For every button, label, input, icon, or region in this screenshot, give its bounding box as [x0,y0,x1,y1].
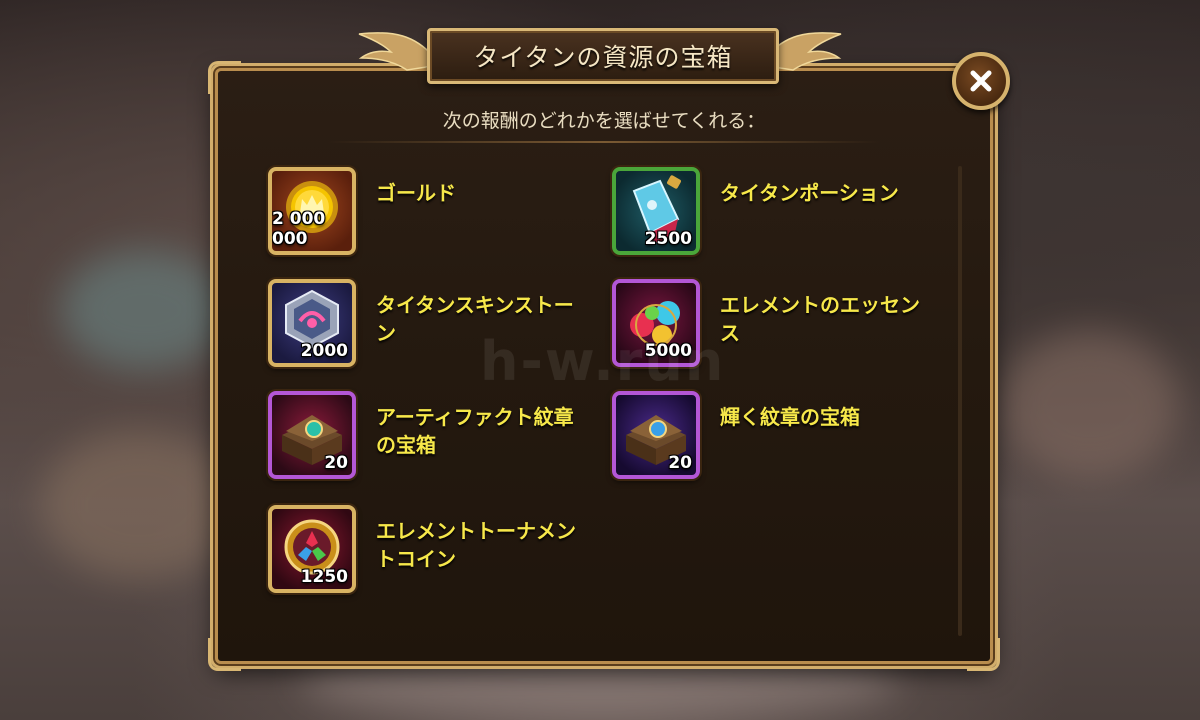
close-icon [970,70,992,92]
reward-quantity: 20 [668,453,692,473]
reward-icon-frame: 2000 [268,279,356,367]
background-blob [40,430,240,580]
reward-item-shining-emblem-chest[interactable]: 20 輝く紋章の宝箱 [612,391,942,486]
reward-name: 輝く紋章の宝箱 [720,405,860,429]
scrollbar[interactable] [958,166,962,636]
reward-quantity: 20 [324,453,348,473]
dialog-title-banner: タイタンの資源の宝箱 [355,20,845,84]
reward-name: エレメントのエッセンス [720,293,920,345]
reward-name: アーティファクト紋章の宝箱 [376,405,574,457]
frame-corner [208,61,241,94]
reward-icon-frame: 20 [268,391,356,479]
reward-quantity: 1250 [300,567,348,587]
title-plate: タイタンの資源の宝箱 [427,28,779,84]
frame-corner [967,638,1000,671]
reward-item-titan-potion[interactable]: 2500 タイタンポーション [612,167,942,262]
background-blob [60,250,230,370]
reward-quantity: 2000 [300,341,348,361]
reward-item-gold[interactable]: 2 000 000 ゴールド [268,167,598,262]
watermark: h-w.run [480,330,726,393]
divider [328,141,880,143]
reward-name: エレメントトーナメントコイン [376,519,576,571]
reward-icon-frame: 20 [612,391,700,479]
left-wing-ornament-icon [358,32,434,71]
dialog-title: タイタンの資源の宝箱 [473,43,733,72]
reward-name: ゴールド [376,181,456,205]
close-button[interactable] [952,52,1010,110]
reward-name: タイタンポーション [720,181,899,205]
frame-corner [208,638,241,671]
reward-icon-frame: 1250 [268,505,356,593]
reward-quantity: 2500 [644,229,692,249]
reward-quantity: 2 000 000 [272,209,326,249]
background-blob [1000,330,1180,480]
reward-icon-frame: 2500 [612,167,700,255]
dialog-subtitle: 次の報酬のどれかを選ばせてくれる： [442,110,766,132]
reward-icon-frame: 2 000 000 [268,167,356,255]
reward-item-element-tournament-coin[interactable]: 1250 エレメントトーナメントコイン [268,505,598,600]
reward-item-artifact-emblem-chest[interactable]: 20 アーティファクト紋章の宝箱 [268,391,598,486]
